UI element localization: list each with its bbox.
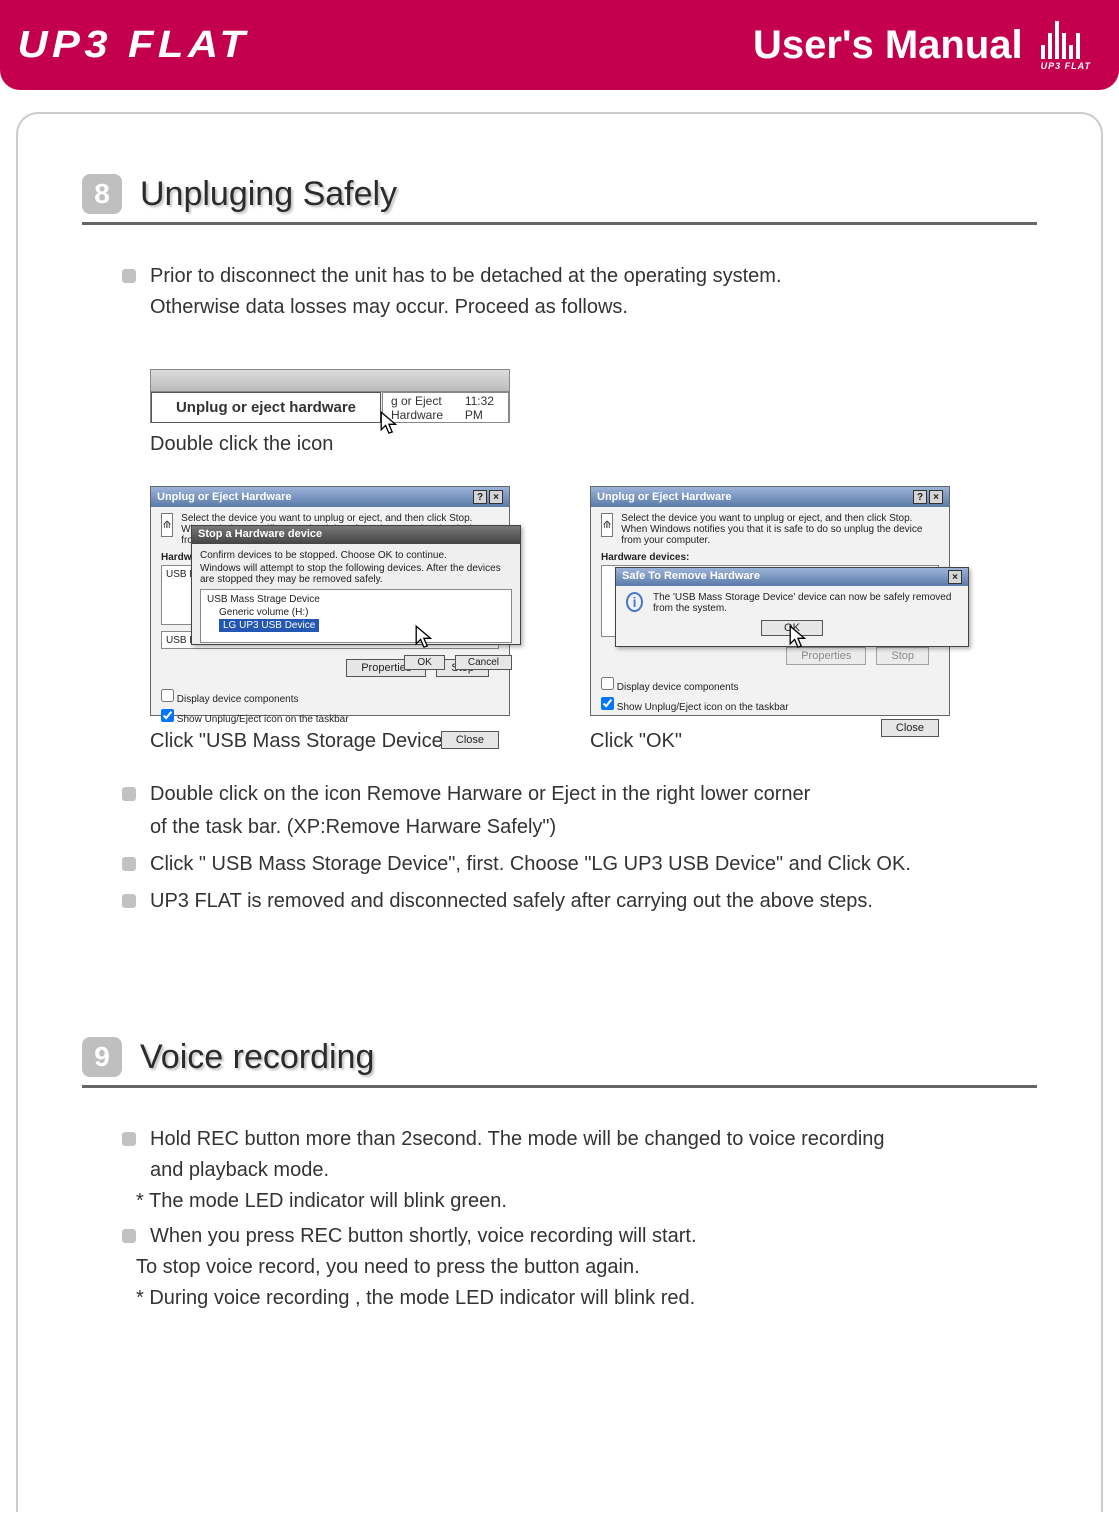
product-logo: UP3 FLAT bbox=[17, 24, 249, 67]
section-9: 9 Voice recording Hold REC button more t… bbox=[82, 1037, 1037, 1314]
show-icon-checkbox[interactable]: Show Unplug/Eject icon on the taskbar bbox=[591, 695, 949, 715]
header-banner: UP3 FLAT User's Manual UP3 FLAT bbox=[0, 0, 1119, 90]
tray-label: g or Eject Hardware bbox=[391, 394, 465, 422]
section-9-heading: 9 Voice recording bbox=[82, 1037, 1037, 1088]
stop-hardware-dialog: Stop a Hardware device Confirm devices t… bbox=[191, 525, 521, 645]
tree-item-selected: LG UP3 USB Device bbox=[219, 619, 319, 632]
display-components-checkbox[interactable]: Display device components bbox=[151, 687, 509, 707]
cancel-button[interactable]: Cancel bbox=[455, 655, 512, 670]
section-title: Unpluging Safely bbox=[140, 175, 397, 214]
step-text: Double click on the icon Remove Harware … bbox=[150, 779, 1037, 810]
overlay-title: Safe To Remove Hardware bbox=[622, 570, 760, 584]
step-bullet: Double click on the icon Remove Harware … bbox=[122, 779, 1037, 810]
unplug-dialog-2: Unplug or Eject Hardware ?× ⟰ Select the… bbox=[590, 486, 950, 716]
step-text-cont: and playback mode. bbox=[150, 1155, 1037, 1186]
dialog-title-text: Unplug or Eject Hardware bbox=[597, 491, 731, 503]
dialog-help-text: Select the device you want to unplug or … bbox=[621, 513, 939, 546]
properties-button[interactable]: Properties bbox=[786, 647, 866, 665]
step-bullet: When you press REC button shortly, voice… bbox=[122, 1221, 1037, 1252]
tree-item: USB Mass Strage Device bbox=[207, 593, 505, 606]
inner-help-2: Windows will attempt to stop the followi… bbox=[200, 563, 512, 585]
hardware-label: Hardware devices: bbox=[601, 552, 939, 563]
titlebar-buttons: ?× bbox=[473, 490, 503, 504]
section-number-badge: 9 bbox=[82, 1037, 122, 1077]
manual-title: User's Manual bbox=[753, 23, 1023, 68]
step-text-cont: To stop voice record, you need to press … bbox=[136, 1252, 1037, 1283]
section-number-badge: 8 bbox=[82, 174, 122, 214]
close-button[interactable]: Close bbox=[881, 719, 939, 737]
section8-steps: Double click on the icon Remove Harware … bbox=[82, 779, 1037, 917]
show-icon-checkbox[interactable]: Show Unplug/Eject icon on the taskbar bbox=[151, 707, 509, 727]
tooltip-box: Unplug or eject hardware bbox=[151, 392, 381, 423]
safe-remove-dialog: Safe To Remove Hardware × i The 'USB Mas… bbox=[615, 567, 969, 647]
bullet-icon bbox=[122, 857, 136, 871]
step-text-cont: of the task bar. (XP:Remove Harware Safe… bbox=[150, 812, 1037, 843]
device-tree: USB Mass Strage Device Generic volume (H… bbox=[200, 589, 512, 643]
dialog-icon: ⟰ bbox=[601, 513, 613, 537]
close-icon: × bbox=[948, 570, 962, 584]
step-note: * During voice recording , the mode LED … bbox=[136, 1283, 1037, 1314]
inner-dialog-title: Stop a Hardware device bbox=[192, 526, 520, 544]
bullet-icon bbox=[122, 1229, 136, 1243]
step-text: UP3 FLAT is removed and disconnected saf… bbox=[150, 886, 1037, 917]
step-text: When you press REC button shortly, voice… bbox=[150, 1221, 1037, 1252]
tree-item: Generic volume (H:) bbox=[207, 606, 505, 619]
bullet-icon bbox=[122, 787, 136, 801]
mini-logo-label: UP3 FLAT bbox=[1041, 61, 1091, 71]
dialog-title-text: Unplug or Eject Hardware bbox=[157, 491, 291, 503]
figure-3: Unplug or Eject Hardware ?× ⟰ Select the… bbox=[590, 486, 950, 753]
info-icon: i bbox=[626, 592, 643, 612]
dialog-icon: ⟰ bbox=[161, 513, 173, 537]
step-bullet: UP3 FLAT is removed and disconnected saf… bbox=[122, 886, 1037, 917]
bullet-icon bbox=[122, 1132, 136, 1146]
ok-button[interactable]: OK bbox=[761, 620, 823, 636]
display-components-checkbox[interactable]: Display device components bbox=[591, 675, 949, 695]
unplug-dialog: Unplug or Eject Hardware ?× ⟰ Select the… bbox=[150, 486, 510, 716]
inner-help-1: Confirm devices to be stopped. Choose OK… bbox=[200, 550, 512, 561]
bullet-icon bbox=[122, 894, 136, 908]
overlay-message: The 'USB Mass Storage Device' device can… bbox=[653, 592, 958, 614]
bullet-icon bbox=[122, 269, 136, 283]
figure-2: Unplug or Eject Hardware ?× ⟰ Select the… bbox=[150, 486, 510, 753]
taskbar-tray: g or Eject Hardware 11:32 PM bbox=[382, 392, 509, 423]
tray-time: 11:32 PM bbox=[465, 394, 500, 422]
intro-line2: Otherwise data losses may occur. Proceed… bbox=[150, 292, 1037, 323]
step-text: Click " USB Mass Storage Device", first.… bbox=[150, 849, 1037, 880]
section-title: Voice recording bbox=[140, 1038, 374, 1077]
equalizer-icon: UP3 FLAT bbox=[1041, 19, 1091, 71]
page-frame: 8 Unpluging Safely Prior to disconnect t… bbox=[16, 112, 1103, 1512]
step-bullet: Click " USB Mass Storage Device", first.… bbox=[122, 849, 1037, 880]
step-text: Hold REC button more than 2second. The m… bbox=[150, 1124, 1037, 1155]
taskbar-screenshot: Unplug or eject hardware g or Eject Hard… bbox=[150, 369, 510, 423]
intro-bullet: Prior to disconnect the unit has to be d… bbox=[122, 261, 1037, 292]
dialog-titlebar: Unplug or Eject Hardware ?× bbox=[591, 487, 949, 507]
figure-1-caption: Double click the icon bbox=[150, 433, 1037, 456]
section8-intro-block: Prior to disconnect the unit has to be d… bbox=[82, 261, 1037, 323]
close-button[interactable]: Close bbox=[441, 731, 499, 749]
figure-1: Unplug or eject hardware g or Eject Hard… bbox=[150, 369, 1037, 456]
intro-line1: Prior to disconnect the unit has to be d… bbox=[150, 261, 1037, 292]
banner-right: User's Manual UP3 FLAT bbox=[753, 19, 1091, 71]
step-bullet: Hold REC button more than 2second. The m… bbox=[122, 1124, 1037, 1155]
stop-button[interactable]: Stop bbox=[876, 647, 929, 665]
dialog-titlebar: Unplug or Eject Hardware ?× bbox=[151, 487, 509, 507]
titlebar-buttons: ?× bbox=[913, 490, 943, 504]
figure-row: Unplug or Eject Hardware ?× ⟰ Select the… bbox=[150, 486, 1037, 753]
section-8-heading: 8 Unpluging Safely bbox=[82, 174, 1037, 225]
ok-button[interactable]: OK bbox=[404, 655, 444, 670]
step-note: * The mode LED indicator will blink gree… bbox=[136, 1186, 1037, 1217]
